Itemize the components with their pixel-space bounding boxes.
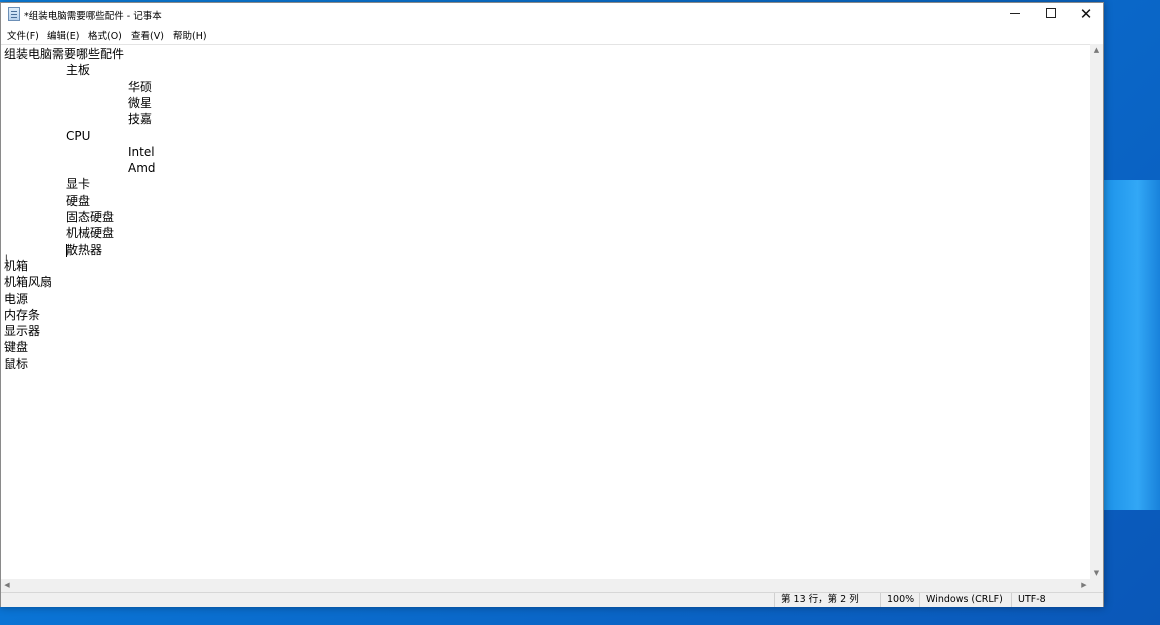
horizontal-scrollbar[interactable]: ◀ ▶ xyxy=(1,579,1090,592)
text-line: CPU xyxy=(66,128,91,143)
scroll-up-arrow-icon[interactable]: ▲ xyxy=(1090,44,1103,56)
maximize-button[interactable] xyxy=(1033,3,1069,26)
notepad-window: *组装电脑需要哪些配件 - 记事本 ✕ 文件(F) 编辑(E) 格式(O) 查看… xyxy=(0,2,1104,607)
text-line: 主板 xyxy=(66,63,91,78)
close-button[interactable]: ✕ xyxy=(1068,3,1104,26)
window-title: *组装电脑需要哪些配件 - 记事本 xyxy=(24,11,162,22)
minimize-icon xyxy=(1010,13,1020,14)
text-line: 内存条 xyxy=(4,307,41,322)
status-zoom: 100% xyxy=(880,593,919,607)
text-line: 华硕 xyxy=(128,79,153,94)
text-line: 机箱 xyxy=(4,258,29,273)
minimize-button[interactable] xyxy=(997,3,1033,26)
desktop-wallpaper-glow xyxy=(1104,180,1160,510)
text-line: 固态硬盘 xyxy=(66,210,115,224)
vertical-scrollbar[interactable]: ▲ ▼ xyxy=(1090,44,1103,579)
status-cursor-position: 第 13 行，第 2 列 xyxy=(774,593,880,607)
text-line: 电源 xyxy=(4,291,29,306)
text-line: 键盘 xyxy=(4,340,29,355)
menu-format[interactable]: 格式(O) xyxy=(88,28,122,42)
maximize-icon xyxy=(1046,8,1056,18)
scroll-left-arrow-icon[interactable]: ◀ xyxy=(1,579,13,592)
menu-edit[interactable]: 编辑(E) xyxy=(47,28,79,42)
scroll-down-arrow-icon[interactable]: ▼ xyxy=(1090,567,1103,579)
text-line: 机箱风扇 xyxy=(4,275,53,290)
notepad-app-icon[interactable] xyxy=(8,7,20,21)
text-line: 显示器 xyxy=(4,324,41,339)
text-line: 散热器 xyxy=(66,242,103,257)
text-line: Amd xyxy=(128,161,156,176)
text-line: Intel xyxy=(128,144,155,159)
menu-view[interactable]: 查看(V) xyxy=(131,28,164,42)
text-line: 鼠标 xyxy=(4,356,29,371)
text-line: 机械硬盘 xyxy=(66,226,115,241)
scrollbar-corner xyxy=(1090,579,1103,592)
menu-bar: 文件(F) 编辑(E) 格式(O) 查看(V) 帮助(H) xyxy=(1,26,1103,44)
text-line: 硬盘 xyxy=(66,193,91,208)
status-bar: 第 13 行，第 2 列 100% Windows (CRLF) UTF-8 xyxy=(1,592,1103,607)
text-line: 组装电脑需要哪些配件 xyxy=(4,47,125,61)
text-line: 技嘉 xyxy=(128,112,153,127)
title-bar[interactable]: *组装电脑需要哪些配件 - 记事本 ✕ xyxy=(1,3,1103,26)
status-encoding: UTF-8 xyxy=(1011,593,1103,607)
close-icon: ✕ xyxy=(1079,5,1093,23)
text-editor-area[interactable]: I 组装电脑需要哪些配件 主板 华硕 微星 技嘉 CPU Intel Amd 显卡 硬盘 固态硬盘机… xyxy=(1,44,1090,580)
status-line-ending: Windows (CRLF) xyxy=(919,593,1011,607)
menu-help[interactable]: 帮助(H) xyxy=(173,28,207,42)
text-line: 微星 xyxy=(128,95,153,110)
text-line: 显卡 xyxy=(66,177,91,192)
menu-file[interactable]: 文件(F) xyxy=(7,28,39,42)
scroll-right-arrow-icon[interactable]: ▶ xyxy=(1078,579,1090,592)
